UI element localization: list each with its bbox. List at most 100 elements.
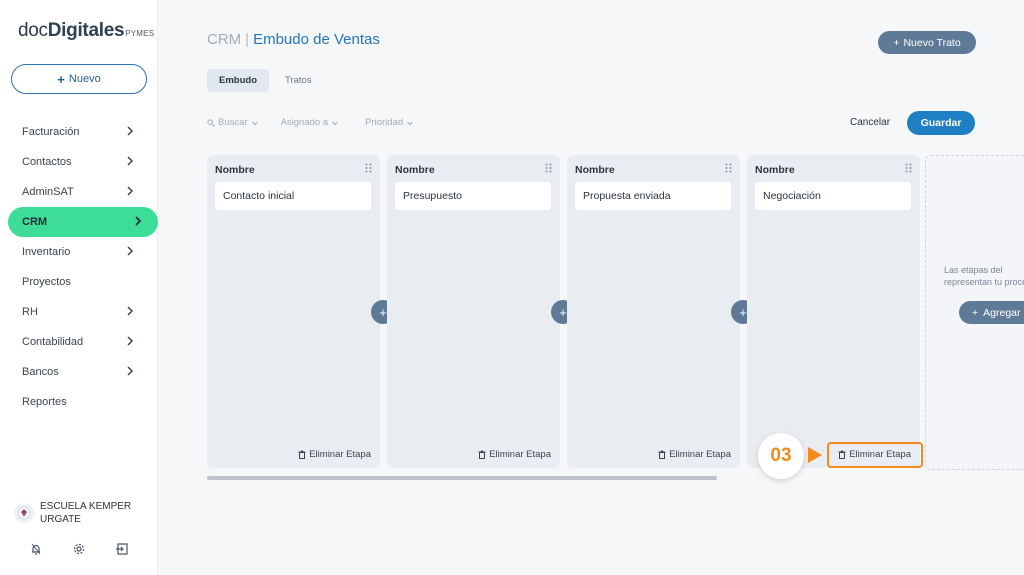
arrow-right-icon: [808, 447, 822, 463]
breadcrumb-separator: |: [245, 31, 250, 48]
sidebar-item-label: Inventario: [22, 246, 71, 258]
chevron-right-icon: [127, 126, 134, 136]
sidebar-item-label: Facturación: [22, 126, 80, 138]
school-logo-icon: [17, 506, 31, 520]
chevron-down-icon: [407, 121, 414, 125]
pipeline-board: Nombre Contacto inicial Eliminar Etapa +…: [207, 155, 1024, 470]
delete-stage-label: Eliminar Etapa: [669, 449, 731, 460]
column-header: Nombre: [755, 164, 795, 176]
sidebar-item-label: AdminSAT: [22, 186, 74, 198]
search-filter[interactable]: Buscar: [207, 117, 259, 128]
new-deal-button[interactable]: + Nuevo Trato: [878, 31, 976, 54]
chevron-right-icon: [127, 306, 134, 316]
add-stage-button[interactable]: + Agregar: [959, 301, 1024, 324]
sidebar-item-rh[interactable]: RH: [0, 297, 158, 327]
sidebar-item-label: Contactos: [22, 156, 72, 168]
brand-suffix: PYMES: [125, 29, 155, 38]
stage-name-field[interactable]: Presupuesto: [395, 182, 551, 210]
drag-handle-icon[interactable]: [725, 163, 732, 173]
plus-icon: +: [379, 304, 387, 320]
breadcrumb: CRM | Embudo de Ventas: [207, 31, 380, 48]
sidebar-item-label: Proyectos: [22, 276, 71, 288]
tab-tratos[interactable]: Tratos: [273, 69, 324, 92]
sidebar: docDigitalesPYMES + Nuevo Facturación Co…: [0, 0, 158, 575]
sidebar-item-label: Contabilidad: [22, 336, 84, 348]
add-stage-hint: Las etapas del representan tu proce: [944, 264, 1024, 288]
stage-name-field[interactable]: Propuesta enviada: [575, 182, 731, 210]
add-stage-hint-line2: representan tu proce: [944, 277, 1024, 287]
brand-part1: doc: [18, 20, 48, 41]
page-title: Embudo de Ventas: [253, 31, 380, 48]
user-name-line1: ESCUELA KEMPER: [40, 501, 132, 512]
chevron-right-icon: [127, 186, 134, 196]
tab-label: Tratos: [285, 75, 312, 86]
chevron-right-icon: [127, 246, 134, 256]
search-icon: [207, 118, 215, 127]
chevron-right-icon: [127, 336, 134, 346]
user-name-line2: URGATE: [40, 514, 81, 525]
bell-icon[interactable]: [29, 542, 43, 556]
sidebar-item-contabilidad[interactable]: Contabilidad: [0, 327, 158, 357]
assigned-filter[interactable]: Asignado a: [281, 117, 340, 128]
brand-logo[interactable]: docDigitalesPYMES: [18, 20, 154, 42]
save-button[interactable]: Guardar: [907, 111, 975, 135]
sidebar-item-label: RH: [22, 306, 38, 318]
delete-stage-button[interactable]: Eliminar Etapa: [658, 449, 731, 460]
sidebar-item-label: Reportes: [22, 396, 67, 408]
new-button-label: Nuevo: [68, 73, 101, 85]
sidebar-footer: [0, 542, 158, 556]
delete-stage-label: Eliminar Etapa: [489, 449, 551, 460]
tab-label: Embudo: [219, 75, 257, 86]
sidebar-item-bancos[interactable]: Bancos: [0, 357, 158, 387]
new-deal-label: Nuevo Trato: [903, 36, 961, 49]
new-button[interactable]: + Nuevo: [11, 64, 147, 94]
delete-stage-label: Eliminar Etapa: [309, 449, 371, 460]
delete-stage-button[interactable]: Eliminar Etapa: [298, 449, 371, 460]
plus-icon: +: [739, 304, 747, 320]
plus-icon: +: [57, 71, 65, 87]
stage-column: Nombre Contacto inicial Eliminar Etapa: [207, 155, 380, 468]
sidebar-nav: Facturación Contactos AdminSAT CRM Inven…: [0, 117, 158, 417]
sidebar-item-label: Bancos: [22, 366, 59, 378]
view-tabs: Embudo Tratos: [207, 69, 324, 92]
sidebar-item-reportes[interactable]: Reportes: [0, 387, 158, 417]
sidebar-item-crm[interactable]: CRM: [8, 207, 158, 237]
stage-column: Nombre Presupuesto Eliminar Etapa: [387, 155, 560, 468]
assigned-filter-label: Asignado a: [280, 117, 329, 128]
horizontal-scrollbar[interactable]: [207, 476, 717, 480]
sidebar-item-adminsat[interactable]: AdminSAT: [0, 177, 158, 207]
trash-icon: [298, 450, 306, 459]
tab-embudo[interactable]: Embudo: [207, 69, 269, 92]
delete-stage-button[interactable]: Eliminar Etapa: [478, 449, 551, 460]
drag-handle-icon[interactable]: [365, 163, 372, 173]
priority-filter-label: Prioridad: [365, 117, 404, 128]
breadcrumb-section[interactable]: CRM: [207, 31, 241, 48]
chevron-down-icon: [251, 121, 258, 125]
plus-icon: +: [972, 306, 979, 319]
gear-icon[interactable]: [72, 542, 86, 556]
column-header: Nombre: [575, 164, 615, 176]
cancel-button[interactable]: Cancelar: [850, 117, 890, 128]
chevron-right-icon: [127, 366, 134, 376]
sidebar-item-contactos[interactable]: Contactos: [0, 147, 158, 177]
highlight-box: [827, 442, 923, 468]
sidebar-item-inventario[interactable]: Inventario: [0, 237, 158, 267]
drag-handle-icon[interactable]: [545, 163, 552, 173]
drag-handle-icon[interactable]: [905, 163, 912, 173]
search-filter-label: Buscar: [218, 117, 248, 128]
logout-icon[interactable]: [115, 542, 129, 556]
user-account[interactable]: ESCUELA KEMPER URGATE: [14, 500, 140, 526]
sidebar-item-proyectos[interactable]: Proyectos: [0, 267, 158, 297]
trash-icon: [658, 450, 666, 459]
sidebar-item-facturacion[interactable]: Facturación: [0, 117, 158, 147]
trash-icon: [478, 450, 486, 459]
stage-name-field[interactable]: Contacto inicial: [215, 182, 371, 210]
column-header: Nombre: [395, 164, 435, 176]
add-stage-hint-line1: Las etapas del: [944, 265, 1003, 275]
chevron-right-icon: [127, 156, 134, 166]
add-stage-column: Las etapas del representan tu proce + Ag…: [925, 155, 1024, 470]
stage-name-field[interactable]: Negociación: [755, 182, 911, 210]
priority-filter[interactable]: Prioridad: [365, 117, 414, 128]
plus-icon: +: [893, 36, 900, 49]
user-name: ESCUELA KEMPER URGATE: [40, 500, 140, 526]
